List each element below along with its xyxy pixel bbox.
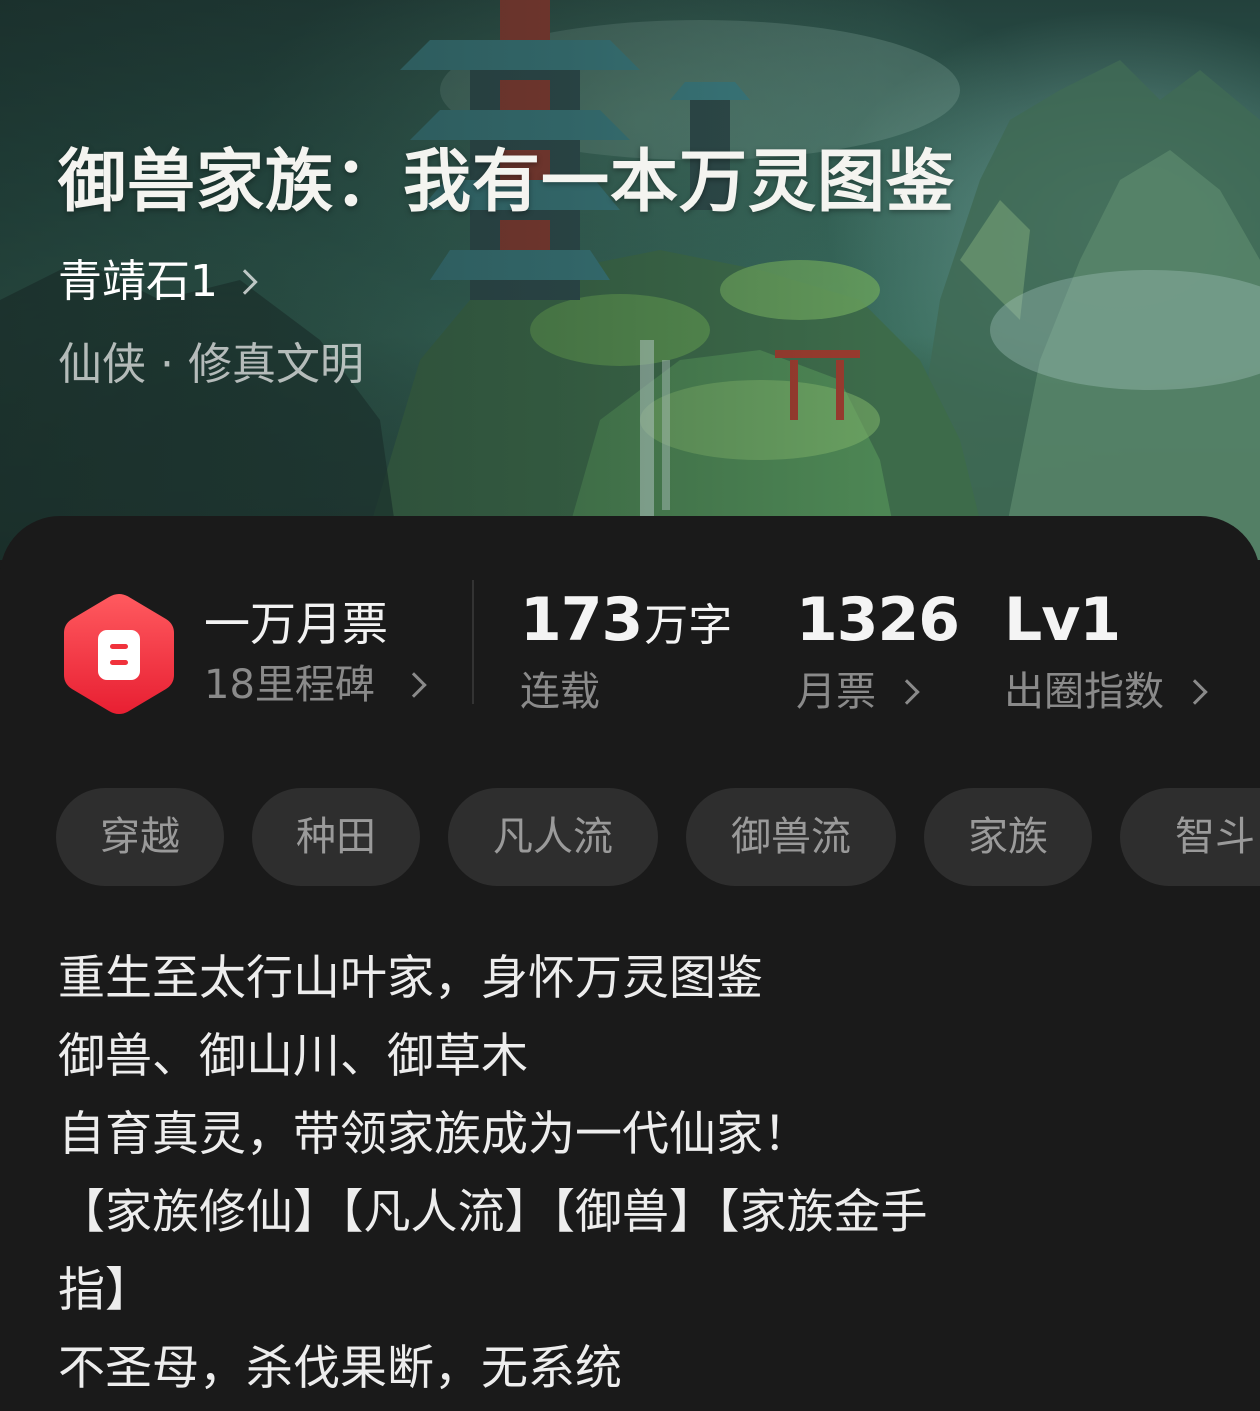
monthly-votes-value: 1326 [796, 585, 960, 655]
tag-list: 穿越 种田 凡人流 御兽流 家族 智斗 [56, 788, 1260, 886]
chevron-right-icon [401, 672, 427, 698]
chevron-right-icon [1182, 679, 1208, 705]
book-detail-panel: 一万月票 18里程碑 173万字 连载 1326 月票 Lv1 出圈指数 穿越 … [0, 516, 1260, 1411]
synopsis-line: 重生至太行山叶家，身怀万灵图鉴 [58, 951, 763, 1006]
ticket-icon [64, 594, 174, 714]
genre-label: 仙侠 [58, 339, 146, 390]
serial-status-label: 连载 [520, 669, 600, 715]
tag-chip[interactable]: 家族 [924, 788, 1092, 886]
chevron-right-icon [232, 269, 258, 295]
monthly-votes-stat[interactable]: 1326 月票 [796, 582, 960, 720]
word-count-value: 173 [520, 585, 643, 655]
synopsis-line: 指】 [58, 1263, 152, 1318]
book-title: 御兽家族：我有一本万灵图鉴 [58, 142, 956, 222]
milestone-link[interactable]: 18里程碑 [204, 658, 427, 712]
popularity-index-label: 出圈指数 [1004, 669, 1164, 715]
synopsis-line: 自育真灵，带领家族成为一代仙家！ [58, 1107, 810, 1162]
stats-divider [472, 580, 474, 704]
tag-chip[interactable]: 种田 [252, 788, 420, 886]
tag-chip[interactable]: 智斗 [1120, 788, 1260, 886]
chevron-right-icon [894, 679, 920, 705]
book-synopsis: 重生至太行山叶家，身怀万灵图鉴 御兽、御山川、御草木 自育真灵，带领家族成为一代… [58, 940, 1178, 1408]
tag-chip[interactable]: 凡人流 [448, 788, 658, 886]
word-count-stat: 173万字 连载 [520, 582, 732, 720]
sub-genre-label: 修真文明 [188, 339, 364, 390]
book-cover-header: 御兽家族：我有一本万灵图鉴 青靖石1 仙侠 · 修真文明 [0, 0, 1260, 560]
synopsis-line: 不圣母，杀伐果断，无系统 [58, 1341, 622, 1396]
genre-separator: · [160, 339, 174, 390]
popularity-index-value: Lv1 [1004, 585, 1121, 655]
tag-chip[interactable]: 御兽流 [686, 788, 896, 886]
word-count-unit: 万字 [644, 600, 733, 651]
synopsis-line: 【家族修仙】【凡人流】【御兽】【家族金手 [58, 1185, 928, 1240]
tag-chip[interactable]: 穿越 [56, 788, 224, 886]
author-name: 青靖石1 [58, 256, 218, 307]
milestone-subtitle: 18里程碑 [204, 662, 375, 708]
popularity-index-stat[interactable]: Lv1 出圈指数 [1004, 582, 1208, 720]
genre-info: 仙侠 · 修真文明 [58, 335, 364, 395]
stats-bar: 一万月票 18里程碑 173万字 连载 1326 月票 Lv1 出圈指数 [0, 516, 1260, 746]
synopsis-line: 御兽、御山川、御草木 [58, 1029, 528, 1084]
milestone-title: 一万月票 [204, 597, 388, 651]
author-link[interactable]: 青靖石1 [58, 252, 258, 312]
monthly-votes-label: 月票 [796, 669, 876, 715]
